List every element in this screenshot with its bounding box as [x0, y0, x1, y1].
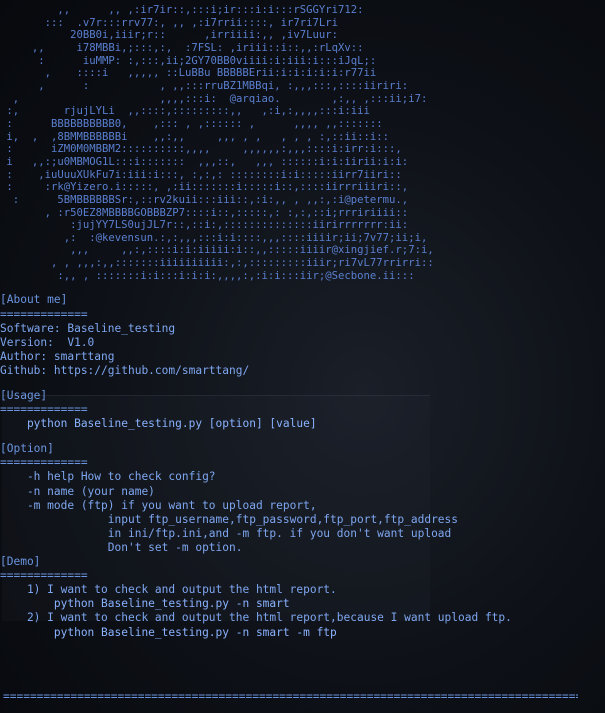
demo-command: python Baseline_testing.py -n smart: [0, 597, 290, 611]
usage-header: [Usage]: [0, 389, 48, 402]
version-line: Version: V1.0: [0, 335, 95, 349]
demo-header: [Demo]: [0, 555, 41, 569]
author-line: Author: smarttang: [0, 349, 115, 363]
option-section: [Option] ============= -h help How to ch…: [0, 442, 605, 555]
about-header: [About me]: [0, 293, 68, 307]
terminal-window[interactable]: ,, ,, ,:ir7ir::,:::i;ir:::i:i:::rSGGYri7…: [0, 0, 605, 713]
github-line[interactable]: Github: https://github.com/smarttang/: [0, 364, 605, 378]
usage-separator: =============: [0, 403, 88, 417]
option-line: input ftp_username,ftp_password,ftp_port…: [0, 512, 459, 526]
usage-section: [Usage] ============= python Baseline_te…: [0, 389, 605, 431]
option-separator: =============: [0, 456, 88, 470]
option-line: -h help How to check config?: [0, 470, 216, 484]
about-section: [About me] ============= Software: Basel…: [0, 293, 605, 378]
usage-command: python Baseline_testing.py [option] [val…: [0, 417, 317, 431]
option-line: -m mode (ftp) if you want to upload repo…: [0, 498, 317, 512]
software-line: Software: Baseline_testing: [0, 321, 176, 335]
footer-separator: ========================================…: [3, 690, 578, 703]
about-separator: =============: [0, 307, 88, 321]
option-line: -n name (your name): [0, 484, 155, 498]
ascii-art-banner: ,, ,, ,:ir7ir::,:::i;ir:::i:i:::rSGGYri7…: [6, 4, 434, 282]
demo-section: [Demo] ============= 1) I want to check …: [0, 555, 605, 640]
demo-separator: =============: [0, 569, 88, 583]
option-header: [Option]: [0, 442, 54, 456]
option-line: in ini/ftp.ini,and -m ftp. if you don't …: [0, 526, 452, 540]
demo-line: 1) I want to check and output the html r…: [0, 583, 337, 597]
option-line: Don't set -m option.: [0, 540, 243, 554]
demo-command: python Baseline_testing.py -n smart -m f…: [0, 625, 337, 639]
demo-line: 2) I want to check and output the html r…: [0, 611, 512, 625]
